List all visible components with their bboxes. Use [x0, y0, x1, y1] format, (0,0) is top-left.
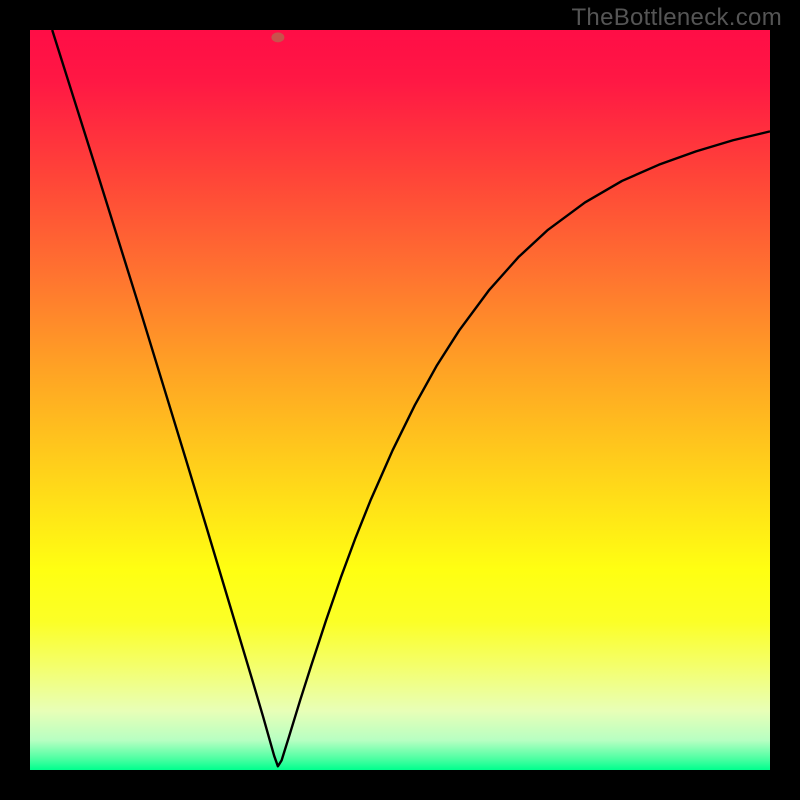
bottleneck-chart [0, 0, 800, 800]
chart-frame: TheBottleneck.com [0, 0, 800, 800]
plot-background [30, 30, 770, 770]
optimum-marker [271, 32, 284, 42]
